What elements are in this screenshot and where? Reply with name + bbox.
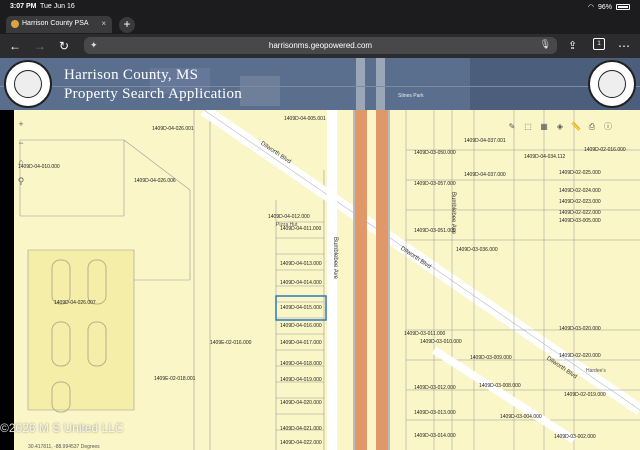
parcel-label: 1409D-04-013.000: [280, 261, 322, 267]
back-icon[interactable]: ←: [9, 38, 21, 54]
info-icon[interactable]: ⓘ: [603, 122, 613, 132]
layers-icon[interactable]: ◈: [555, 122, 565, 132]
app-banner: Harrison County, MS Property Search Appl…: [0, 58, 640, 110]
place-label-stines-park: Stines Park: [398, 93, 424, 99]
zoom-in-button[interactable]: +: [14, 117, 28, 131]
more-menu-icon[interactable]: ⋯: [618, 38, 630, 54]
parcel-label: 1409D-03-020.000: [559, 326, 601, 332]
grid-icon[interactable]: ▦: [539, 122, 549, 132]
parcel-label: 1409D-03-005.000: [559, 218, 601, 224]
status-right: ◠ 96%: [588, 3, 630, 11]
tab-title: Harrison County PSA: [22, 20, 89, 27]
browser-tab[interactable]: Harrison County PSA ×: [6, 16, 112, 33]
app-title: Harrison County, MS Property Search Appl…: [64, 66, 242, 104]
wifi-icon: ◠: [587, 4, 594, 11]
browser-toolbar: ← → ↻ ✦ harrisonms.geopowered.com 🎙 ⇪ 1 …: [0, 34, 640, 58]
favicon-icon: [11, 20, 19, 28]
parcel-label: 1409D-04-037.001: [464, 138, 506, 144]
parcel-label: 1409D-04-026.007: [54, 300, 96, 306]
zoom-out-button[interactable]: −: [14, 136, 28, 150]
parcel-label: 1409D-03-009.000: [470, 355, 512, 361]
app-title-line1: Harrison County, MS: [64, 67, 199, 83]
parcel-label: 1409D-03-050.000: [414, 150, 456, 156]
battery-icon: [616, 4, 630, 10]
parcel-label: 1409D-04-022.000: [280, 440, 322, 446]
battery-fill: [618, 6, 628, 8]
parcel-label: 1409D-03-036.000: [456, 247, 498, 253]
parcel-label: 1409D-02-016.000: [584, 147, 626, 153]
parcel-label: 1409D-03-012.000: [414, 385, 456, 391]
parcel-label: 1409D-03-011.000: [404, 331, 446, 337]
selected-parcel-label: 1409D-04-015.000: [280, 305, 322, 311]
parcel-label: 1409D-04-005.001: [284, 116, 326, 122]
forward-icon[interactable]: →: [34, 38, 46, 54]
parcel-label: 1409D-03-004.000: [500, 414, 542, 420]
map-canvas[interactable]: [14, 110, 640, 450]
microphone-icon[interactable]: 🎙: [540, 39, 551, 50]
battery-percent: 96%: [597, 3, 612, 11]
street-label-bumblebee: Bumblebee Ave: [331, 237, 338, 279]
app-title-line2: Property Search Application: [64, 86, 243, 102]
parcel-label: 1409D-02-020.000: [559, 353, 601, 359]
parcel-label: 1409D-03-014.000: [414, 433, 456, 439]
locate-icon[interactable]: ⚲: [14, 174, 28, 188]
parcel-map[interactable]: 1409D-04-026.001 1409D-04-005.001 1409D-…: [14, 110, 640, 450]
parcel-label: 1409D-03-002.000: [554, 434, 596, 440]
parcel-label: 1409D-02-022.000: [559, 210, 601, 216]
parcel-label: 1409D-02-024.000: [559, 188, 601, 194]
parcel-label: 1409D-03-010.000: [420, 339, 462, 345]
status-bar: 3:07 PM Tue Jun 16 ◠ 96%: [0, 0, 640, 14]
parcel-label: 1409E-02-016.000: [210, 340, 252, 346]
measure-icon[interactable]: 📏: [571, 122, 581, 132]
new-tab-button[interactable]: +: [119, 17, 135, 33]
share-icon[interactable]: ⇪: [568, 38, 577, 54]
coordinate-readout: 30.417811, -88.994537 Degrees: [28, 444, 100, 450]
place-label-hardees: Hardee's: [586, 368, 606, 374]
county-seal-left: [4, 60, 52, 108]
close-tab-icon[interactable]: ×: [101, 19, 106, 28]
county-seal-right: [588, 60, 636, 108]
parcel-label: 1409D-03-008.000: [479, 383, 521, 389]
status-date: Tue Jun 16: [40, 3, 75, 10]
print-icon[interactable]: ⎙: [587, 122, 597, 132]
parcel-label: 1409D-03-057.000: [414, 181, 456, 187]
street-label-bumblebee: Bumblebee Ave: [449, 192, 456, 234]
home-icon[interactable]: ⌂: [14, 155, 28, 169]
pencil-icon[interactable]: ✎: [507, 122, 517, 132]
parcel-label: 1409D-04-020.000: [280, 400, 322, 406]
parcel-label: 1409D-04-016.000: [280, 323, 322, 329]
address-bar[interactable]: ✦ harrisonms.geopowered.com 🎙: [84, 37, 557, 54]
parcel-label: 1409D-04-018.000: [280, 361, 322, 367]
parcel-label: 1409D-04-034.112: [524, 154, 566, 160]
parcel-label: 1409D-04-014.000: [280, 280, 322, 286]
parcel-label: 1409D-02-019.000: [564, 392, 606, 398]
parcel-label: 1409D-02-023.000: [559, 199, 601, 205]
map-tools-right: ✎ ⬚ ▦ ◈ 📏 ⎙ ⓘ: [507, 122, 613, 132]
parcel-label: 1409E-02-018.001: [154, 376, 196, 382]
place-label-pizza-hut: Pizza Hut: [276, 222, 298, 228]
parcel-label: 1409D-03-013.000: [414, 410, 456, 416]
parcel-label: 1409D-02-025.000: [559, 170, 601, 176]
parcel-label: 1409D-04-026.006: [134, 178, 176, 184]
tab-strip: Harrison County PSA × +: [0, 14, 640, 34]
tab-overview-button[interactable]: 1: [593, 38, 605, 50]
parcel-label: 1409D-04-021.000: [280, 426, 322, 432]
copyright-watermark: ©2026 M S United LLC: [0, 421, 124, 435]
map-tools-left: + − ⌂ ⚲: [14, 117, 28, 193]
parcel-label: 1409D-04-037.000: [464, 172, 506, 178]
select-icon[interactable]: ⬚: [523, 122, 533, 132]
parcel-label: 1409D-04-019.000: [280, 377, 322, 383]
parcel-label: 1409D-04-012.000: [268, 214, 310, 220]
url-text: harrisonms.geopowered.com: [268, 41, 373, 50]
reload-icon[interactable]: ↻: [59, 38, 69, 54]
status-time: 3:07 PM: [10, 3, 37, 10]
parcel-label: 1409D-04-017.000: [280, 340, 322, 346]
parcel-label: 1409D-04-026.001: [152, 126, 194, 132]
